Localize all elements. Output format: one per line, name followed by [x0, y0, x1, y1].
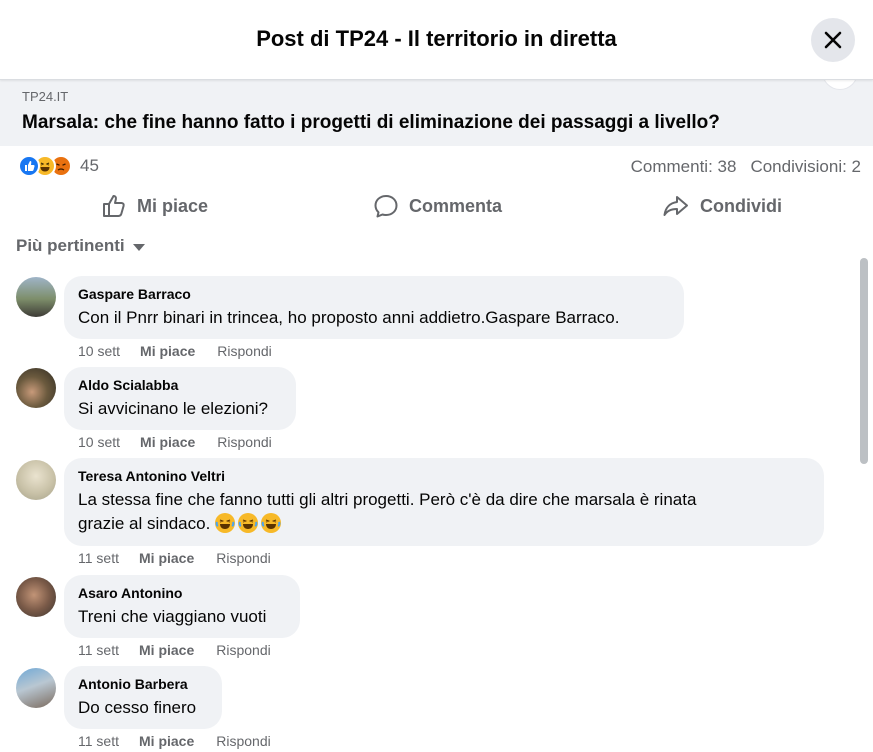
comment-reply-button[interactable]: Rispondi	[217, 343, 271, 359]
like-icon	[18, 155, 40, 177]
share-arrow-icon	[663, 196, 688, 216]
comment-bubble: Gaspare Barraco Con il Pnrr binari in tr…	[64, 276, 684, 339]
avatar[interactable]	[16, 277, 56, 317]
comment-author[interactable]: Antonio Barbera	[78, 676, 208, 692]
reaction-count: 45	[80, 156, 99, 175]
comment-bubble-icon	[374, 195, 398, 218]
comment-reply-button[interactable]: Rispondi	[216, 550, 270, 566]
comment-text-fragment: grazie al sindaco.	[78, 514, 211, 533]
comment-time[interactable]: 10 sett	[78, 343, 120, 359]
comment-text: Do cesso finero	[78, 698, 197, 717]
comment-bubble: Teresa Antonino Veltri La stessa fine ch…	[64, 458, 824, 546]
like-button[interactable]: Mi piace	[101, 186, 208, 226]
link-preview[interactable]: TP24.IT Marsala: che fine hanno fatto i …	[0, 80, 873, 146]
scrollbar-thumb[interactable]	[860, 258, 868, 464]
laughing-tears-emoji	[238, 513, 259, 533]
comment-sort-dropdown[interactable]: Più pertinenti	[16, 236, 145, 256]
shares-count[interactable]: Condivisioni: 2	[750, 157, 861, 176]
comment-text: Si avvicinano le elezioni?	[78, 399, 268, 418]
comment-text: Treni che viaggiano vuoti	[78, 607, 267, 626]
comment-bubble: Asaro Antonino Treni che viaggiano vuoti	[64, 575, 300, 638]
avatar[interactable]	[16, 368, 56, 408]
dialog-header: Post di TP24 - Il territorio in diretta	[0, 0, 873, 80]
comment-author[interactable]: Teresa Antonino Veltri	[78, 468, 810, 484]
comment-reply-button[interactable]: Rispondi	[216, 642, 270, 658]
comment-like-button[interactable]: Mi piace	[140, 434, 195, 450]
comment-time[interactable]: 11 sett	[78, 642, 119, 658]
close-button[interactable]	[811, 18, 855, 62]
comment-text-line: La stessa fine che fanno tutti gli altri…	[78, 490, 697, 509]
avatar[interactable]	[16, 577, 56, 617]
comment-reply-button[interactable]: Rispondi	[216, 733, 270, 749]
post-stats: 45 Commenti: 38 Condivisioni: 2	[0, 148, 873, 184]
comment-meta: 10 sett Mi piace Rispondi	[78, 434, 272, 450]
laughing-tears-emoji	[261, 513, 282, 533]
laughing-tears-emoji	[215, 513, 236, 533]
comment-author[interactable]: Aldo Scialabba	[78, 377, 282, 393]
comment-bubble: Antonio Barbera Do cesso finero	[64, 666, 222, 729]
share-label: Condividi	[700, 195, 782, 216]
comment-meta: 11 sett Mi piace Rispondi	[78, 733, 271, 749]
comment-time[interactable]: 11 sett	[78, 733, 119, 749]
comment-button[interactable]: Commenta	[373, 186, 502, 226]
comment-time[interactable]: 10 sett	[78, 434, 120, 450]
dialog-title: Post di TP24 - Il territorio in diretta	[256, 26, 617, 51]
comment-like-button[interactable]: Mi piace	[139, 733, 194, 749]
comment-text: Con il Pnrr binari in trincea, ho propos…	[78, 308, 620, 327]
comment-author[interactable]: Gaspare Barraco	[78, 286, 670, 302]
thumbs-up-icon	[103, 195, 125, 217]
comment-like-button[interactable]: Mi piace	[139, 550, 194, 566]
avatar[interactable]	[16, 460, 56, 500]
caret-down-icon	[132, 244, 145, 251]
comment-reply-button[interactable]: Rispondi	[217, 434, 271, 450]
comment-author[interactable]: Asaro Antonino	[78, 585, 286, 601]
like-label: Mi piace	[137, 195, 209, 216]
comment-bubble: Aldo Scialabba Si avvicinano le elezioni…	[64, 367, 296, 430]
comment-meta: 10 sett Mi piace Rispondi	[78, 343, 272, 359]
post-actions: Mi piace Commenta Condividi	[0, 186, 873, 226]
comment-text-line: grazie al sindaco.	[78, 512, 810, 536]
reactions-summary[interactable]: 45	[18, 154, 99, 178]
engagement-counts: Commenti: 38 Condivisioni: 2	[631, 157, 861, 177]
comments-count[interactable]: Commenti: 38	[631, 157, 737, 176]
close-icon	[824, 31, 842, 49]
link-domain: TP24.IT	[22, 89, 69, 104]
link-title[interactable]: Marsala: che fine hanno fatto i progetti…	[22, 112, 720, 134]
comment-time[interactable]: 11 sett	[78, 550, 119, 566]
comment-meta: 11 sett Mi piace Rispondi	[78, 550, 271, 566]
share-button[interactable]: Condividi	[662, 186, 782, 226]
comment-text: La stessa fine che fanno tutti gli altri…	[78, 488, 810, 536]
comment-meta: 11 sett Mi piace Rispondi	[78, 642, 271, 658]
avatar[interactable]	[16, 668, 56, 708]
comment-like-button[interactable]: Mi piace	[139, 642, 194, 658]
comment-like-button[interactable]: Mi piace	[140, 343, 195, 359]
comment-label: Commenta	[409, 195, 503, 216]
sort-label: Più pertinenti	[16, 236, 125, 255]
